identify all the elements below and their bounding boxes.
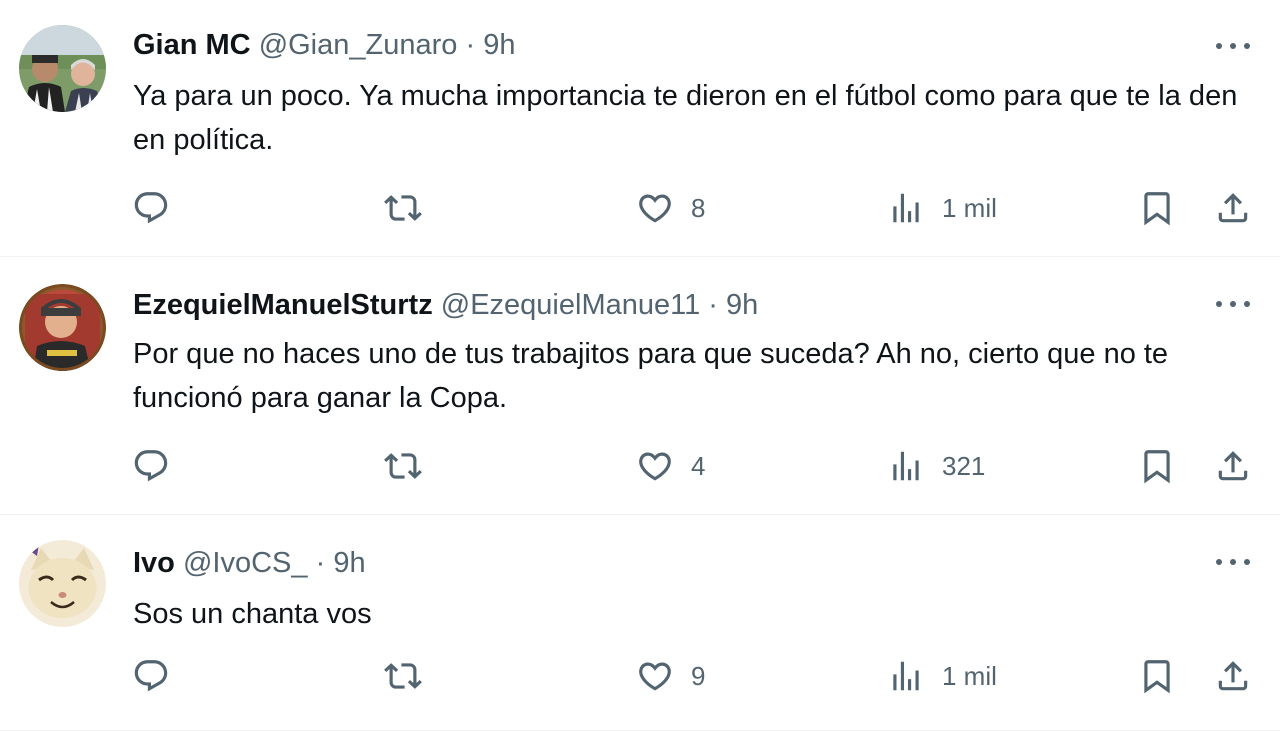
share-button[interactable] xyxy=(1214,654,1252,698)
timestamp[interactable]: 9h xyxy=(726,289,758,321)
share-icon xyxy=(1214,189,1252,227)
tweet-actions: 9 1 mil xyxy=(0,654,1280,698)
share-icon xyxy=(1214,657,1252,695)
replies-feed: Gian MC @Gian_Zunaro · 9h Ya para un poc… xyxy=(0,0,1280,731)
views-count: 321 xyxy=(942,450,986,481)
author-name[interactable]: EzequielManuelSturtz xyxy=(133,289,433,321)
heart-icon xyxy=(636,189,674,227)
retweet-button[interactable] xyxy=(384,444,422,488)
tweet-text: Por que no haces uno de tus trabajitos p… xyxy=(133,338,1169,414)
like-count: 8 xyxy=(691,192,706,223)
tweet[interactable]: EzequielManuelSturtz @EzequielManue11 · … xyxy=(0,257,1280,515)
like-count: 4 xyxy=(691,450,706,481)
author-handle[interactable]: @EzequielManue11 xyxy=(441,289,700,321)
bookmark-icon xyxy=(1138,447,1176,485)
tweet-header: Ivo @IvoCS_ · 9h xyxy=(133,546,366,580)
share-button[interactable] xyxy=(1214,444,1252,488)
like-count: 9 xyxy=(691,660,706,691)
tweet-actions: 4 321 xyxy=(0,444,1280,488)
separator-dot: · xyxy=(315,547,326,579)
heart-icon xyxy=(636,657,674,695)
bookmark-button[interactable] xyxy=(1138,444,1176,488)
reply-button[interactable] xyxy=(132,186,170,230)
views-icon xyxy=(887,189,925,227)
avatar-photo xyxy=(19,540,106,627)
reply-icon xyxy=(132,657,170,695)
more-icon[interactable] xyxy=(1216,297,1250,311)
avatar-photo xyxy=(19,284,106,371)
avatar-photo xyxy=(19,25,106,112)
tweet-actions: 8 1 mil xyxy=(0,186,1280,230)
bookmark-button[interactable] xyxy=(1138,186,1176,230)
views-button[interactable]: 1 mil xyxy=(887,654,997,698)
bookmark-icon xyxy=(1138,657,1176,695)
reply-icon xyxy=(132,189,170,227)
like-button[interactable]: 9 xyxy=(636,654,705,698)
retweet-icon xyxy=(384,657,422,695)
more-icon[interactable] xyxy=(1216,39,1250,53)
author-handle[interactable]: @Gian_Zunaro xyxy=(259,29,458,61)
tweet-header: EzequielManuelSturtz @EzequielManue11 · … xyxy=(133,288,758,322)
views-icon xyxy=(887,447,925,485)
like-button[interactable]: 4 xyxy=(636,444,705,488)
bookmark-icon xyxy=(1138,189,1176,227)
more-icon[interactable] xyxy=(1216,555,1250,569)
share-button[interactable] xyxy=(1214,186,1252,230)
views-count: 1 mil xyxy=(942,192,997,223)
bookmark-button[interactable] xyxy=(1138,654,1176,698)
reply-button[interactable] xyxy=(132,444,170,488)
like-button[interactable]: 8 xyxy=(636,186,705,230)
avatar[interactable] xyxy=(19,25,106,112)
retweet-button[interactable] xyxy=(384,186,422,230)
author-name[interactable]: Ivo xyxy=(133,547,175,579)
retweet-icon xyxy=(384,189,422,227)
tweet[interactable]: Ivo @IvoCS_ · 9h Sos un chanta vos 9 1 m… xyxy=(0,515,1280,731)
tweet-header: Gian MC @Gian_Zunaro · 9h xyxy=(133,28,515,62)
avatar[interactable] xyxy=(19,540,106,627)
views-button[interactable]: 321 xyxy=(887,444,985,488)
author-handle[interactable]: @IvoCS_ xyxy=(183,547,308,579)
timestamp[interactable]: 9h xyxy=(333,547,365,579)
views-button[interactable]: 1 mil xyxy=(887,186,997,230)
views-count: 1 mil xyxy=(942,660,997,691)
retweet-button[interactable] xyxy=(384,654,422,698)
views-icon xyxy=(887,657,925,695)
reply-icon xyxy=(132,447,170,485)
timestamp[interactable]: 9h xyxy=(483,29,515,61)
author-name[interactable]: Gian MC xyxy=(133,29,251,61)
share-icon xyxy=(1214,447,1252,485)
tweet-text: Sos un chanta vos xyxy=(133,598,372,630)
separator-dot: · xyxy=(708,289,718,321)
reply-button[interactable] xyxy=(132,654,170,698)
separator-dot: · xyxy=(465,29,476,61)
heart-icon xyxy=(636,447,674,485)
avatar[interactable] xyxy=(19,284,106,371)
tweet-text: Ya para un poco. Ya mucha importancia te… xyxy=(133,80,1238,156)
tweet[interactable]: Gian MC @Gian_Zunaro · 9h Ya para un poc… xyxy=(0,0,1280,257)
retweet-icon xyxy=(384,447,422,485)
